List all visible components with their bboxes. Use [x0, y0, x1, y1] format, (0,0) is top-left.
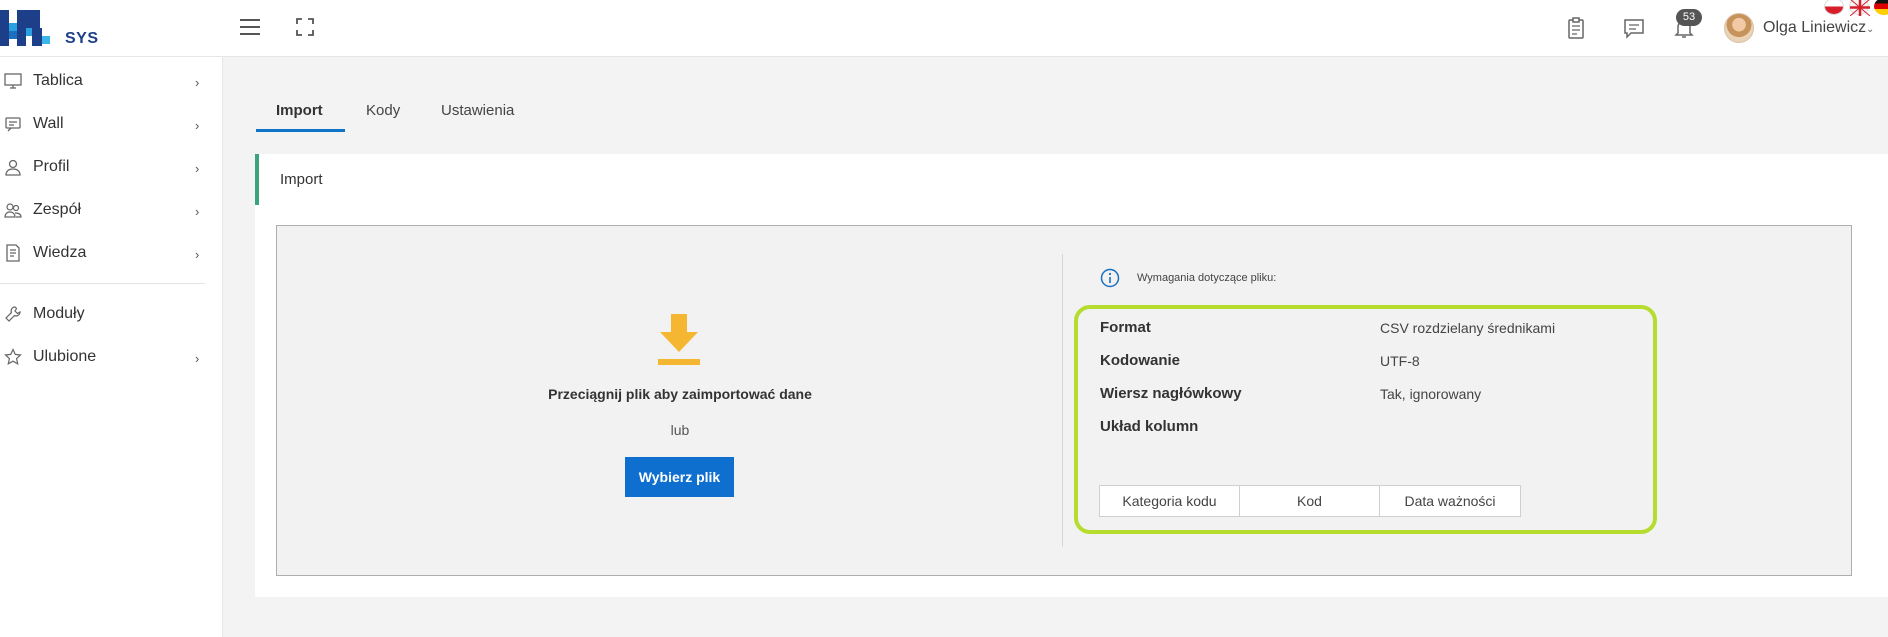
menu-toggle-icon[interactable] — [240, 19, 260, 35]
chevron-down-icon[interactable]: ⌄ — [1866, 24, 1874, 35]
import-panel: Import Przeciągnij plik aby zaimportować… — [255, 154, 1888, 597]
flag-de-icon[interactable] — [1874, 0, 1888, 15]
sidebar-item-label: Wiedza — [33, 244, 87, 261]
sidebar-item-label: Moduły — [33, 305, 85, 322]
user-icon — [5, 159, 21, 176]
star-icon — [4, 348, 22, 365]
download-icon — [658, 314, 700, 365]
req-encoding-label: Kodowanie — [1100, 352, 1181, 369]
messages-icon[interactable] — [1622, 16, 1646, 40]
chevron-right-icon: › — [195, 161, 200, 176]
sidebar-item-label: Ulubione — [33, 348, 97, 365]
vertical-separator — [1062, 254, 1063, 547]
drop-instruction: Przeciągnij plik aby zaimportować dane — [548, 386, 812, 402]
tab-import[interactable]: Import — [256, 96, 345, 132]
sidebar-item-profil[interactable]: Profil › — [0, 152, 210, 182]
wall-icon — [5, 117, 21, 132]
chevron-right-icon: › — [195, 75, 200, 90]
logo-text: SYS — [65, 30, 99, 47]
req-encoding-value: UTF-8 — [1380, 353, 1420, 369]
monitor-icon — [4, 73, 22, 89]
tab-ustawienia[interactable]: Ustawienia — [441, 96, 514, 132]
sidebar-item-moduly[interactable]: Moduły — [0, 299, 210, 329]
user-avatar[interactable] — [1724, 13, 1754, 43]
req-format-label: Format — [1100, 319, 1151, 336]
sidebar-item-wiedza[interactable]: Wiedza › — [0, 238, 210, 268]
sidebar-divider — [0, 283, 205, 284]
chevron-right-icon: › — [195, 204, 200, 219]
user-name[interactable]: Olga Liniewicz — [1763, 19, 1866, 37]
req-header-value: Tak, ignorowany — [1380, 386, 1482, 402]
chevron-right-icon: › — [195, 118, 200, 133]
panel-title: Import — [280, 171, 323, 188]
flag-pl-icon[interactable] — [1824, 0, 1844, 15]
chevron-right-icon: › — [195, 247, 200, 262]
flag-en-icon[interactable] — [1849, 0, 1871, 17]
sidebar-item-wall[interactable]: Wall › — [0, 109, 210, 139]
sidebar-item-tablica[interactable]: Tablica › — [0, 66, 210, 96]
req-format-value: CSV rozdzielany średnikami — [1380, 320, 1556, 336]
team-icon — [4, 203, 22, 218]
hrsys-logo[interactable]: SYS — [0, 10, 100, 47]
sidebar-item-zespol[interactable]: Zespół › — [0, 195, 210, 225]
notification-badge: 53 — [1676, 9, 1702, 26]
sidebar-item-label: Wall — [33, 115, 64, 132]
sidebar-item-label: Profil — [33, 158, 70, 175]
top-header: SYS 53 Olga Liniewicz ⌄ — [0, 0, 1888, 57]
req-header-label: Wiersz nagłówkowy — [1100, 385, 1242, 402]
sidebar-item-label: Tablica — [33, 72, 83, 89]
column-header: Kategoria kodu — [1100, 486, 1240, 516]
requirements-box: Format CSV rozdzielany średnikami Kodowa… — [1074, 305, 1657, 534]
wrench-icon — [5, 306, 21, 322]
column-header: Data ważności — [1404, 493, 1496, 509]
import-dropzone[interactable]: Przeciągnij plik aby zaimportować dane l… — [276, 225, 1852, 576]
clipboard-icon[interactable] — [1564, 16, 1588, 40]
sidebar-item-label: Zespół — [33, 201, 82, 218]
sidebar-item-ulubione[interactable]: Ulubione › — [0, 342, 210, 372]
document-icon — [6, 244, 20, 262]
sidebar: Tablica › Wall › Profil › Zespół › Wiedz… — [0, 57, 223, 637]
requirements-title: Wymagania dotyczące pliku: — [1137, 272, 1277, 284]
fullscreen-icon[interactable] — [296, 18, 314, 36]
chevron-right-icon: › — [195, 351, 200, 366]
choose-file-button[interactable]: Wybierz plik — [625, 457, 734, 497]
tab-kody[interactable]: Kody — [366, 96, 400, 132]
req-columns-label: Układ kolumn — [1100, 418, 1199, 435]
or-text: lub — [670, 422, 690, 438]
info-icon — [1100, 268, 1120, 288]
column-header: Kod — [1240, 486, 1380, 516]
columns-layout-table: Kategoria kodu Kod Data ważności — [1099, 485, 1521, 517]
panel-accent-bar — [255, 154, 259, 205]
